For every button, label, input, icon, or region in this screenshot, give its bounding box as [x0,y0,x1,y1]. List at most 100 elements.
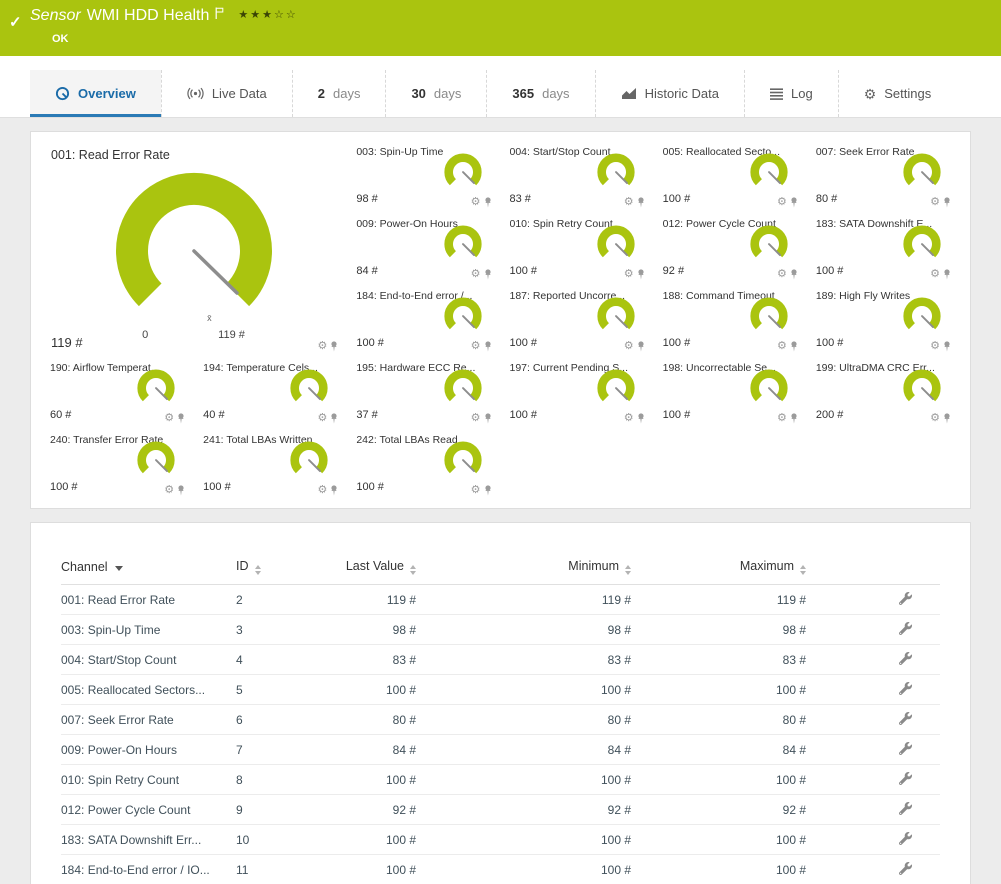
gear-icon[interactable]: ⚙ [930,197,940,208]
wrench-icon[interactable] [899,802,912,815]
tab-2-days[interactable]: 2 days [292,70,386,117]
wrench-icon[interactable] [899,712,912,725]
gear-icon[interactable]: ⚙ [164,413,174,424]
gear-icon[interactable]: ⚙ [624,269,634,280]
gear-icon[interactable]: ⚙ [471,197,481,208]
gauge-value: 60 # [50,409,71,421]
wrench-icon[interactable] [899,832,912,845]
gauge-actions: ⚙ [930,413,951,424]
channel-name-link[interactable]: 005: Reallocated Sectors... [61,683,236,697]
wrench-icon[interactable] [899,682,912,695]
tab-number: 2 [318,86,325,101]
pin-icon[interactable] [484,341,492,352]
gear-icon[interactable]: ⚙ [777,341,787,352]
channel-gauge-card: 188: Command Timeout 100 # ⚙ [654,284,807,356]
table-row[interactable]: 012: Power Cycle Count 9 92 # 92 # 92 # [61,795,940,825]
wrench-icon[interactable] [899,592,912,605]
tab-live-data[interactable]: Live Data [161,70,292,117]
gear-icon[interactable]: ⚙ [471,413,481,424]
column-header-last-value[interactable]: Last Value [336,559,416,575]
column-label: ID [236,559,249,573]
table-row[interactable]: 007: Seek Error Rate 6 80 # 80 # 80 # [61,705,940,735]
gauge-actions: ⚙ [164,485,185,496]
column-header-maximum[interactable]: Maximum [631,559,806,575]
pin-icon[interactable] [790,197,798,208]
gear-icon[interactable]: ⚙ [930,341,940,352]
pin-icon[interactable] [637,341,645,352]
gear-icon[interactable]: ⚙ [624,341,634,352]
tab-365-days[interactable]: 365 days [486,70,594,117]
gear-icon[interactable]: ⚙ [317,485,327,496]
table-row[interactable]: 184: End-to-End error / IO... 11 100 # 1… [61,855,940,884]
column-header-id[interactable]: ID [236,559,336,575]
channel-name-link[interactable]: 009: Power-On Hours [61,743,236,757]
channel-gauge-card: 005: Reallocated Secto... 100 # ⚙ [654,140,807,212]
gear-icon[interactable]: ⚙ [624,197,634,208]
gear-icon[interactable]: ⚙ [930,413,940,424]
channel-name-link[interactable]: 003: Spin-Up Time [61,623,236,637]
wrench-icon[interactable] [899,622,912,635]
gauge-dial [286,441,332,483]
table-row[interactable]: 005: Reallocated Sectors... 5 100 # 100 … [61,675,940,705]
flag-icon[interactable] [215,7,224,19]
pin-icon[interactable] [943,413,951,424]
tab-historic-data[interactable]: Historic Data [595,70,744,117]
pin-icon[interactable] [330,413,338,424]
pin-icon[interactable] [330,341,338,352]
column-header-channel[interactable]: Channel [61,560,236,574]
pin-icon[interactable] [330,485,338,496]
table-row[interactable]: 003: Spin-Up Time 3 98 # 98 # 98 # [61,615,940,645]
channel-name-link[interactable]: 004: Start/Stop Count [61,653,236,667]
gauge-dial [593,153,639,195]
pin-icon[interactable] [943,341,951,352]
channel-minimum: 100 # [416,833,631,847]
pin-icon[interactable] [790,341,798,352]
channel-last-value: 83 # [336,653,416,667]
pin-icon[interactable] [637,197,645,208]
channel-name-link[interactable]: 010: Spin Retry Count [61,773,236,787]
gear-icon[interactable]: ⚙ [471,341,481,352]
gear-icon[interactable]: ⚙ [317,413,327,424]
channel-name-link[interactable]: 184: End-to-End error / IO... [61,863,236,877]
gear-icon[interactable]: ⚙ [777,197,787,208]
gear-icon[interactable]: ⚙ [471,269,481,280]
pin-icon[interactable] [484,485,492,496]
table-row[interactable]: 009: Power-On Hours 7 84 # 84 # 84 # [61,735,940,765]
wrench-icon[interactable] [899,742,912,755]
table-row[interactable]: 183: SATA Downshift Err... 10 100 # 100 … [61,825,940,855]
pin-icon[interactable] [637,413,645,424]
pin-icon[interactable] [484,269,492,280]
tab-log[interactable]: Log [744,70,838,117]
pin-icon[interactable] [177,485,185,496]
gear-icon[interactable]: ⚙ [317,341,327,352]
tab-30-days[interactable]: 30 days [385,70,486,117]
pin-icon[interactable] [637,269,645,280]
wrench-icon[interactable] [899,862,912,875]
table-row[interactable]: 004: Start/Stop Count 4 83 # 83 # 83 # [61,645,940,675]
pin-icon[interactable] [790,269,798,280]
pin-icon[interactable] [484,197,492,208]
channel-name-link[interactable]: 012: Power Cycle Count [61,803,236,817]
wrench-icon[interactable] [899,652,912,665]
channel-name-link[interactable]: 007: Seek Error Rate [61,713,236,727]
gear-icon[interactable]: ⚙ [164,485,174,496]
gear-icon[interactable]: ⚙ [471,485,481,496]
tab-settings[interactable]: ⚙ Settings [838,70,957,117]
channel-name-link[interactable]: 001: Read Error Rate [61,593,236,607]
gear-icon[interactable]: ⚙ [777,413,787,424]
pin-icon[interactable] [943,269,951,280]
pin-icon[interactable] [943,197,951,208]
column-header-minimum[interactable]: Minimum [416,559,631,575]
pin-icon[interactable] [177,413,185,424]
pin-icon[interactable] [484,413,492,424]
gear-icon[interactable]: ⚙ [930,269,940,280]
table-row[interactable]: 010: Spin Retry Count 8 100 # 100 # 100 … [61,765,940,795]
table-row[interactable]: 001: Read Error Rate 2 119 # 119 # 119 # [61,585,940,615]
star-rating[interactable]: ★★★☆☆ [238,8,297,21]
pin-icon[interactable] [790,413,798,424]
tab-overview[interactable]: Overview [30,70,161,117]
gear-icon[interactable]: ⚙ [624,413,634,424]
gear-icon[interactable]: ⚙ [777,269,787,280]
channel-name-link[interactable]: 183: SATA Downshift Err... [61,833,236,847]
wrench-icon[interactable] [899,772,912,785]
